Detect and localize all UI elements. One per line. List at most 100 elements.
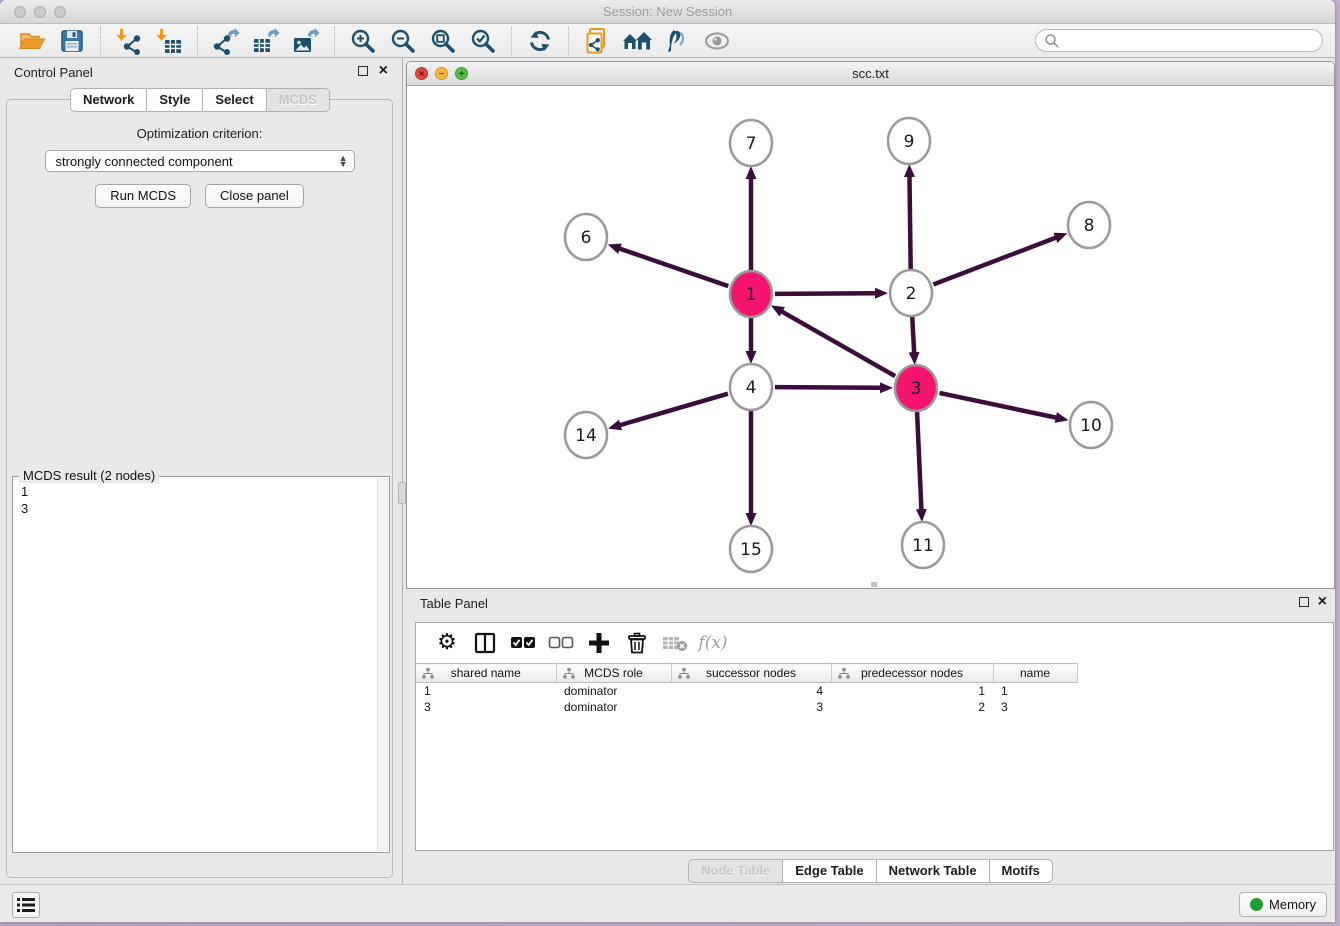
import-table-icon[interactable] xyxy=(154,26,184,56)
tab-mcds[interactable]: MCDS xyxy=(266,88,330,112)
add-icon[interactable] xyxy=(586,630,612,656)
memory-label: Memory xyxy=(1269,897,1316,912)
toolbar-separator xyxy=(334,27,335,55)
graph-edge-3-11[interactable] xyxy=(917,412,921,510)
clone-network-icon[interactable] xyxy=(582,26,612,56)
tree-icon xyxy=(422,668,434,679)
window-title: Session: New Session xyxy=(0,4,1335,19)
run-mcds-button[interactable]: Run MCDS xyxy=(95,184,191,208)
tab-select[interactable]: Select xyxy=(202,88,266,112)
deselect-all-icon[interactable] xyxy=(548,630,574,656)
network-window: × − + scc.txt 7968124314101511 xyxy=(406,61,1335,589)
zoom-out-icon[interactable] xyxy=(388,26,418,56)
graph-edge-1-2[interactable] xyxy=(775,293,876,294)
split-columns-icon[interactable] xyxy=(472,630,498,656)
trash-icon[interactable] xyxy=(624,630,650,656)
split-divider xyxy=(402,58,403,884)
graph-edge-2-9[interactable] xyxy=(909,176,910,269)
split-divider-handle[interactable] xyxy=(398,482,406,504)
graph-node-label: 1 xyxy=(746,285,757,305)
graph-node-label: 11 xyxy=(912,536,934,556)
refresh-icon[interactable] xyxy=(525,26,555,56)
tab-edge-table[interactable]: Edge Table xyxy=(782,859,876,883)
tab-motifs[interactable]: Motifs xyxy=(989,859,1053,883)
export-table-icon[interactable] xyxy=(251,26,281,56)
graph-node-label: 9 xyxy=(904,132,915,152)
search-input[interactable] xyxy=(1065,34,1314,48)
delete-table-icon[interactable] xyxy=(662,630,688,656)
list-icon xyxy=(17,897,35,913)
graph-node-label: 6 xyxy=(581,228,592,248)
toolbar-separator xyxy=(511,27,512,55)
tab-style[interactable]: Style xyxy=(146,88,203,112)
table-toolbar: ⚙ f(x) xyxy=(416,623,1333,663)
network-graph: 7968124314101511 xyxy=(407,86,1334,588)
graph-edge-1-6[interactable] xyxy=(619,248,728,286)
save-session-icon[interactable] xyxy=(57,26,87,56)
function-icon[interactable]: f(x) xyxy=(700,630,726,656)
network-canvas[interactable]: 7968124314101511 xyxy=(407,86,1334,588)
search-icon xyxy=(1044,33,1060,49)
search-box[interactable] xyxy=(1035,29,1323,52)
close-panel-icon[interactable]: × xyxy=(379,61,388,81)
graph-edge-3-1[interactable] xyxy=(781,311,895,376)
app-window: Session: New Session xyxy=(0,0,1335,922)
graph-edge-3-10[interactable] xyxy=(939,393,1056,418)
resize-grip[interactable] xyxy=(871,582,877,587)
tree-icon xyxy=(563,668,575,679)
graph-edge-4-3[interactable] xyxy=(775,387,881,388)
optimization-criterion-label: Optimization criterion: xyxy=(7,126,392,141)
table-row[interactable]: 1dominator 41 1 xyxy=(416,683,1077,699)
zoom-in-icon[interactable] xyxy=(348,26,378,56)
network-window-titlebar: × − + scc.txt xyxy=(407,62,1334,86)
column-header-mcds-role[interactable]: MCDS role xyxy=(556,664,671,683)
table-row[interactable]: 3dominator 32 3 xyxy=(416,699,1077,715)
select-spinner-icon: ▲▼ xyxy=(339,155,348,167)
status-bar: Memory xyxy=(0,884,1335,922)
mcds-result-box: MCDS result (2 nodes) 1 3 xyxy=(12,476,390,853)
table-panel-header: Table Panel × xyxy=(406,589,1335,617)
titlebar: Session: New Session xyxy=(0,0,1335,24)
table-tabs: Node Table Edge Table Network Table Moti… xyxy=(406,859,1335,883)
column-header-name[interactable]: name xyxy=(993,664,1077,683)
memory-status-icon xyxy=(1250,898,1263,911)
graph-node-label: 15 xyxy=(740,540,762,560)
node-table-container: ⚙ f(x) xyxy=(415,622,1334,851)
houses-icon[interactable] xyxy=(622,26,652,56)
graph-edge-4-14[interactable] xyxy=(620,394,728,426)
import-network-icon[interactable] xyxy=(114,26,144,56)
tab-node-table[interactable]: Node Table xyxy=(688,859,783,883)
zoom-selected-icon[interactable] xyxy=(468,26,498,56)
graph-node-label: 3 xyxy=(911,379,922,399)
column-header-successor-nodes[interactable]: successor nodes xyxy=(671,664,831,683)
eye-icon[interactable] xyxy=(702,26,732,56)
tab-network-table[interactable]: Network Table xyxy=(876,859,990,883)
result-scrollbar[interactable] xyxy=(377,478,388,851)
criterion-value: strongly connected component xyxy=(56,154,339,169)
control-panel-tabs: Network Style Select MCDS xyxy=(0,88,400,112)
graph-edge-2-8[interactable] xyxy=(933,237,1056,284)
gear-icon[interactable]: ⚙ xyxy=(434,630,460,656)
criterion-select[interactable]: strongly connected component ▲▼ xyxy=(45,150,355,172)
control-panel: Control Panel × Network Style Select MCD… xyxy=(0,58,400,884)
graph-node-label: 10 xyxy=(1080,416,1102,436)
graph-node-label: 8 xyxy=(1084,216,1095,236)
export-network-icon[interactable] xyxy=(211,26,241,56)
memory-button[interactable]: Memory xyxy=(1239,892,1327,917)
table-panel-title: Table Panel xyxy=(420,596,488,611)
graph-edge-2-3[interactable] xyxy=(912,317,914,353)
flag-icon[interactable] xyxy=(662,26,692,56)
close-panel-button[interactable]: Close panel xyxy=(205,184,304,208)
column-header-predecessor-nodes[interactable]: predecessor nodes xyxy=(831,664,993,683)
close-panel-icon[interactable]: × xyxy=(1318,592,1327,612)
float-panel-icon[interactable] xyxy=(1299,597,1309,607)
task-history-button[interactable] xyxy=(12,892,40,918)
select-all-icon[interactable] xyxy=(510,630,536,656)
open-file-icon[interactable] xyxy=(17,26,47,56)
table-panel: Table Panel × ⚙ xyxy=(406,589,1335,884)
zoom-fit-icon[interactable] xyxy=(428,26,458,56)
float-panel-icon[interactable] xyxy=(358,66,368,76)
export-image-icon[interactable] xyxy=(291,26,321,56)
column-header-shared-name[interactable]: shared name xyxy=(416,664,556,683)
tab-network[interactable]: Network xyxy=(70,88,147,112)
